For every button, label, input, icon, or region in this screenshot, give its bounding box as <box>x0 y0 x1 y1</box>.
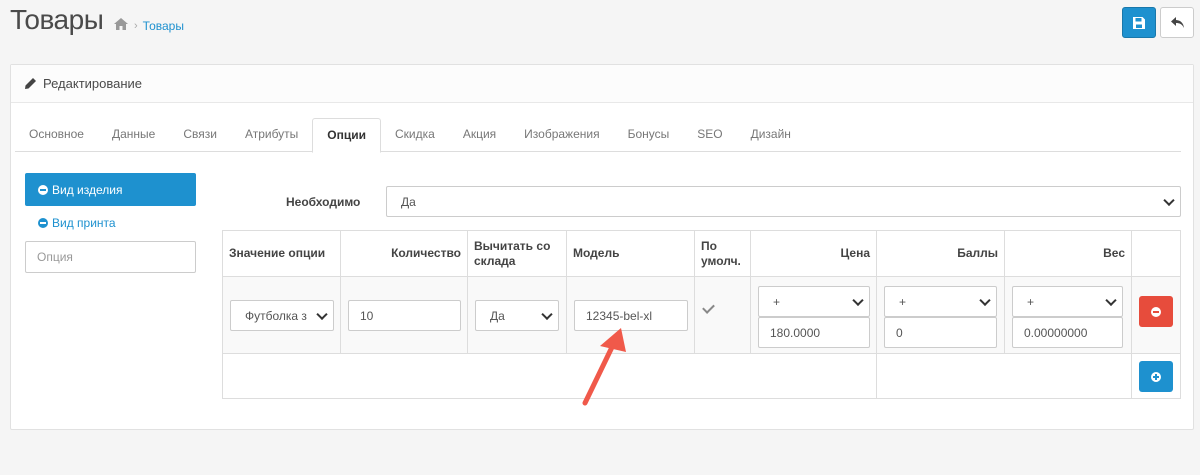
price-input[interactable]: 180.0000 <box>758 317 870 348</box>
header-price: Цена <box>751 231 877 277</box>
header-default-line: По <box>701 238 717 253</box>
header-points: Баллы <box>877 231 1005 277</box>
tab-general[interactable]: Основное <box>15 118 98 152</box>
option-item-label: Вид принта <box>52 216 116 230</box>
header-quantity: Количество <box>341 231 468 277</box>
subtract-select[interactable]: Да <box>475 300 559 331</box>
option-item-product-type[interactable]: Вид изделия <box>25 173 196 206</box>
tab-attributes[interactable]: Атрибуты <box>231 118 312 152</box>
price-prefix-select[interactable]: + <box>758 286 870 317</box>
chevron-down-icon <box>852 294 864 306</box>
header-subtract-line: склада <box>474 253 516 268</box>
header-subtract: Вычитать со склада <box>468 231 567 277</box>
price-prefix-value: + <box>773 294 781 309</box>
chevron-down-icon <box>1105 294 1117 306</box>
chevron-down-icon <box>541 308 553 320</box>
header-default: По умолч. <box>695 231 751 277</box>
tab-design[interactable]: Дизайн <box>737 118 805 152</box>
tab-seo[interactable]: SEO <box>683 118 736 152</box>
required-select[interactable]: Да <box>386 186 1181 217</box>
header-default-line: умолч. <box>701 253 741 268</box>
home-icon[interactable] <box>114 18 128 33</box>
pencil-icon <box>25 78 36 89</box>
chevron-down-icon <box>316 308 328 320</box>
page-title: Товары <box>10 4 104 35</box>
tab-reward-points[interactable]: Бонусы <box>614 118 684 152</box>
header-actions <box>1132 231 1180 277</box>
back-button[interactable] <box>1160 7 1194 38</box>
breadcrumb-separator: › <box>134 19 138 32</box>
save-button[interactable] <box>1122 7 1156 38</box>
minus-circle-icon[interactable] <box>38 218 48 228</box>
header-weight: Вес <box>1005 231 1132 277</box>
points-prefix-value: + <box>899 294 907 309</box>
page-header: Товары › Товары <box>0 0 1200 52</box>
chevron-down-icon <box>1163 194 1175 206</box>
subtract-select-value: Да <box>490 308 505 323</box>
tabs-bar: Основное Данные Связи Атрибуты Опции Ски… <box>15 118 1181 153</box>
header-subtract-line: Вычитать со <box>474 238 551 253</box>
panel-title: Редактирование <box>43 76 143 91</box>
default-checkmark-icon[interactable] <box>702 301 715 314</box>
option-value-select-value: Футболка з <box>245 308 307 323</box>
weight-prefix-value: + <box>1027 294 1035 309</box>
required-label: Необходимо <box>286 195 361 209</box>
tab-special[interactable]: Акция <box>449 118 510 152</box>
header-model: Модель <box>567 231 695 277</box>
minus-circle-icon <box>1151 306 1161 317</box>
header-option-value: Значение опции <box>223 231 341 277</box>
tab-data[interactable]: Данные <box>98 118 169 152</box>
breadcrumb: › Товары <box>114 18 184 33</box>
weight-input[interactable]: 0.00000000 <box>1012 317 1123 348</box>
table-row: Футболка з 10 Да 12345-bel-xl + 180.0000… <box>223 277 1180 354</box>
floppy-disk-icon <box>1133 16 1145 29</box>
points-input[interactable]: 0 <box>884 317 997 348</box>
tab-options[interactable]: Опции <box>312 118 382 153</box>
plus-circle-icon <box>1151 371 1161 382</box>
chevron-down-icon <box>979 294 991 306</box>
required-select-value: Да <box>401 194 416 209</box>
breadcrumb-link-products[interactable]: Товары <box>143 19 184 33</box>
annotation-arrow-icon <box>582 328 626 406</box>
panel-heading: Редактирование <box>11 65 1193 103</box>
option-values-table: Значение опции Количество Вычитать со ск… <box>222 230 1181 399</box>
option-item-label: Вид изделия <box>52 182 123 197</box>
option-item-print-type[interactable]: Вид принта <box>38 216 116 230</box>
tab-images[interactable]: Изображения <box>510 118 613 152</box>
points-prefix-select[interactable]: + <box>884 286 997 317</box>
minus-circle-icon[interactable] <box>38 184 48 195</box>
quantity-input[interactable]: 10 <box>348 300 461 331</box>
remove-option-value-button[interactable] <box>1139 296 1173 327</box>
tab-links[interactable]: Связи <box>169 118 231 152</box>
tab-discount[interactable]: Скидка <box>381 118 449 152</box>
option-value-select[interactable]: Футболка з <box>230 300 334 331</box>
add-option-value-button[interactable] <box>1139 361 1173 392</box>
reply-arrow-icon <box>1170 17 1184 28</box>
option-autocomplete-input[interactable] <box>25 241 196 273</box>
weight-prefix-select[interactable]: + <box>1012 286 1123 317</box>
